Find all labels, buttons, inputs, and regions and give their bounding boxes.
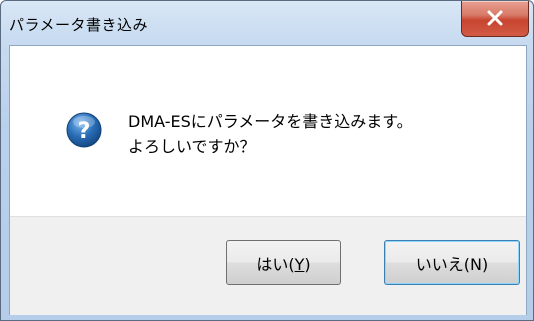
yes-button[interactable]: はい(Y) — [226, 240, 341, 285]
window-title: パラメータ書き込み — [9, 16, 149, 34]
dialog-window: パラメータ書き込み ? DMA-ESにパラメータを書き込みます。 よろしいですか… — [0, 0, 534, 321]
button-bar: はい(Y) いいえ(N) — [10, 216, 526, 315]
no-button-label: いいえ(N) — [415, 254, 489, 274]
dialog-client-area: ? DMA-ESにパラメータを書き込みます。 よろしいですか？ はい(Y) いい… — [9, 45, 527, 315]
message-line-1: DMA-ESにパラメータを書き込みます。 — [128, 112, 413, 131]
close-button[interactable] — [461, 1, 529, 37]
question-glyph: ? — [78, 119, 91, 144]
question-icon: ? — [66, 112, 102, 148]
message-text: DMA-ESにパラメータを書き込みます。 よろしいですか？ — [128, 109, 413, 159]
no-button[interactable]: いいえ(N) — [384, 240, 520, 285]
message-line-2: よろしいですか？ — [128, 137, 256, 156]
message-area: ? DMA-ESにパラメータを書き込みます。 よろしいですか？ — [10, 46, 526, 216]
title-bar[interactable]: パラメータ書き込み — [1, 1, 533, 45]
yes-button-label: はい(Y) — [256, 254, 311, 274]
close-icon — [487, 10, 503, 26]
